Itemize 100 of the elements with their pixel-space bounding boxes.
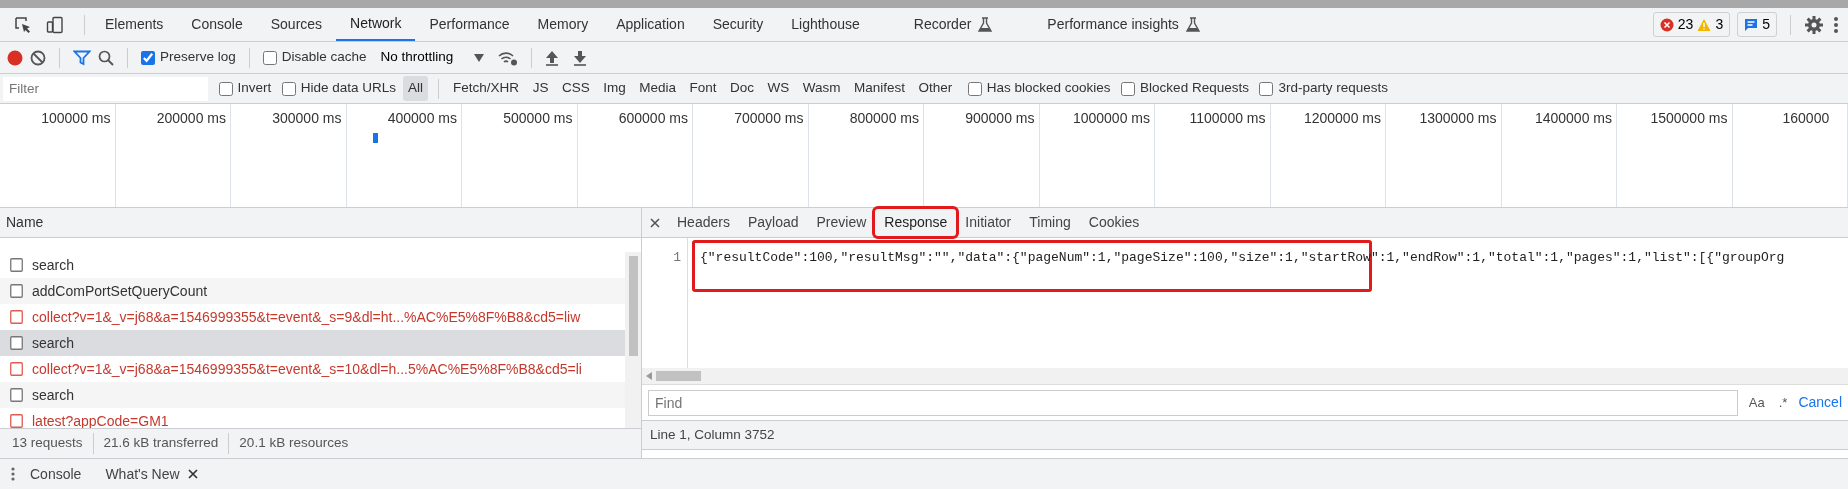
- time-tick-label: 160000: [1782, 110, 1830, 126]
- line-number: 1: [672, 249, 681, 267]
- checkbox[interactable]: [262, 50, 277, 65]
- time-tick-label: 200000 ms: [156, 110, 226, 126]
- file-icon: [10, 362, 23, 376]
- type-filter-button[interactable]: Other: [913, 76, 958, 101]
- checkbox[interactable]: [967, 81, 982, 96]
- checkbox-label[interactable]: Disable cache: [281, 47, 367, 68]
- detail-tab[interactable]: Payload: [738, 209, 808, 236]
- scrollbar[interactable]: [625, 252, 641, 428]
- time-tick-label: 100000 ms: [41, 110, 111, 126]
- checkbox[interactable]: [141, 50, 155, 65]
- file-icon: [10, 284, 23, 298]
- detail-tab[interactable]: Cookies: [1079, 209, 1149, 236]
- column-header[interactable]: Name: [6, 212, 44, 233]
- filter-field[interactable]: Filter: [3, 76, 208, 101]
- throttling-dropdown[interactable]: No throttling: [380, 47, 485, 68]
- issues-counter[interactable]: 23 3: [1652, 12, 1731, 37]
- drawer-tab[interactable]: What's New: [95, 463, 208, 485]
- panel-tab[interactable]: Application: [602, 8, 699, 41]
- panel-tab[interactable]: Recorder: [899, 8, 1034, 41]
- checkbox[interactable]: [1121, 81, 1136, 96]
- request-row[interactable]: addComPortSetQueryCount: [0, 278, 625, 304]
- scroll-left-icon[interactable]: [646, 372, 652, 380]
- panel-tab[interactable]: Lighthouse: [777, 8, 900, 41]
- find-option-button[interactable]: Aa: [1745, 392, 1768, 413]
- find-option-button[interactable]: .*: [1775, 392, 1791, 413]
- find-field[interactable]: Find: [648, 389, 1738, 416]
- device-icon[interactable]: [46, 15, 64, 34]
- time-tick-label: 1100000 ms: [1189, 110, 1266, 126]
- panel-tab[interactable]: Performance: [415, 8, 524, 41]
- type-filter-button[interactable]: CSS: [556, 76, 595, 101]
- checkbox-label[interactable]: 3rd-party requests: [1278, 78, 1388, 99]
- file-icon: [10, 258, 23, 272]
- type-filter-button[interactable]: All: [403, 76, 429, 101]
- type-filter-button[interactable]: Manifest: [849, 76, 910, 101]
- clear-icon[interactable]: [30, 49, 46, 66]
- time-tick-label: 1300000 ms: [1419, 110, 1497, 126]
- time-tick-label: 1500000 ms: [1650, 110, 1728, 126]
- checkbox-label[interactable]: Blocked Requests: [1140, 78, 1249, 99]
- type-filter-button[interactable]: Font: [684, 76, 722, 101]
- summary-text: 21.6 kB transferred: [103, 433, 230, 454]
- detail-tab[interactable]: Headers: [668, 209, 739, 236]
- detail-tab[interactable]: Initiator: [956, 209, 1021, 236]
- type-filter-button[interactable]: Wasm: [797, 76, 846, 101]
- request-row[interactable]: search: [0, 382, 625, 408]
- time-tick-label: 900000 ms: [965, 110, 1035, 126]
- upload-icon[interactable]: [545, 49, 560, 66]
- close-icon[interactable]: [187, 469, 198, 479]
- settings-icon[interactable]: [1804, 14, 1824, 35]
- time-tick-label: 1000000 ms: [1072, 110, 1150, 126]
- inspect-icon[interactable]: [14, 15, 32, 34]
- time-tick-label: 800000 ms: [849, 110, 919, 126]
- panel-tab[interactable]: Performance insights: [1033, 8, 1215, 41]
- search-icon[interactable]: [98, 49, 114, 66]
- checkbox-label[interactable]: Has blocked cookies: [986, 78, 1111, 99]
- type-filter-button[interactable]: Img: [598, 76, 631, 101]
- more-icon[interactable]: [10, 466, 16, 482]
- cursor-position: Line 1, Column 3752: [650, 425, 775, 444]
- file-icon: [10, 336, 23, 350]
- cancel-link[interactable]: Cancel: [1798, 392, 1842, 413]
- checkbox[interactable]: [218, 81, 233, 96]
- panel-tab[interactable]: Elements: [91, 8, 178, 41]
- network-conditions-icon[interactable]: [498, 49, 519, 66]
- drawer-tab[interactable]: Console: [20, 463, 92, 485]
- caret-icon: [474, 53, 485, 62]
- request-bar: [372, 133, 378, 143]
- filter-icon[interactable]: [73, 49, 91, 66]
- warning-icon: [1697, 17, 1712, 32]
- type-filter-button[interactable]: Media: [634, 76, 681, 101]
- type-filter-button[interactable]: Doc: [724, 76, 759, 101]
- detail-tab[interactable]: Response: [875, 209, 957, 236]
- more-icon[interactable]: [1831, 14, 1841, 35]
- checkbox-label[interactable]: Preserve log: [160, 47, 236, 68]
- scroll-thumb[interactable]: [656, 371, 701, 381]
- request-row[interactable]: search: [0, 330, 625, 356]
- time-tick-label: 400000 ms: [387, 110, 457, 126]
- panel-tab[interactable]: Memory: [523, 8, 603, 41]
- detail-tab[interactable]: Preview: [807, 209, 876, 236]
- type-filter-button[interactable]: JS: [527, 76, 554, 101]
- messages-counter[interactable]: 5: [1737, 12, 1777, 37]
- panel-tab[interactable]: Sources: [256, 8, 337, 41]
- message-icon: [1744, 17, 1759, 32]
- type-filter-button[interactable]: WS: [762, 76, 795, 101]
- file-icon: [10, 414, 23, 428]
- summary-text: 20.1 kB resources: [239, 434, 350, 453]
- record-button[interactable]: [7, 49, 23, 66]
- type-filter-button[interactable]: Fetch/XHR: [448, 76, 525, 101]
- detail-tab[interactable]: Timing: [1020, 209, 1080, 236]
- close-icon[interactable]: [650, 217, 660, 228]
- file-icon: [10, 310, 23, 324]
- checkbox[interactable]: [281, 81, 296, 96]
- download-icon[interactable]: [573, 49, 588, 66]
- checkbox[interactable]: [1259, 81, 1274, 96]
- checkbox-label[interactable]: Invert: [237, 78, 272, 99]
- file-icon: [10, 388, 23, 402]
- checkbox-label[interactable]: Hide data URLs: [300, 78, 397, 99]
- panel-tab[interactable]: Security: [698, 8, 778, 41]
- panel-tab[interactable]: Console: [177, 8, 257, 41]
- horizontal-scrollbar[interactable]: [642, 368, 1848, 384]
